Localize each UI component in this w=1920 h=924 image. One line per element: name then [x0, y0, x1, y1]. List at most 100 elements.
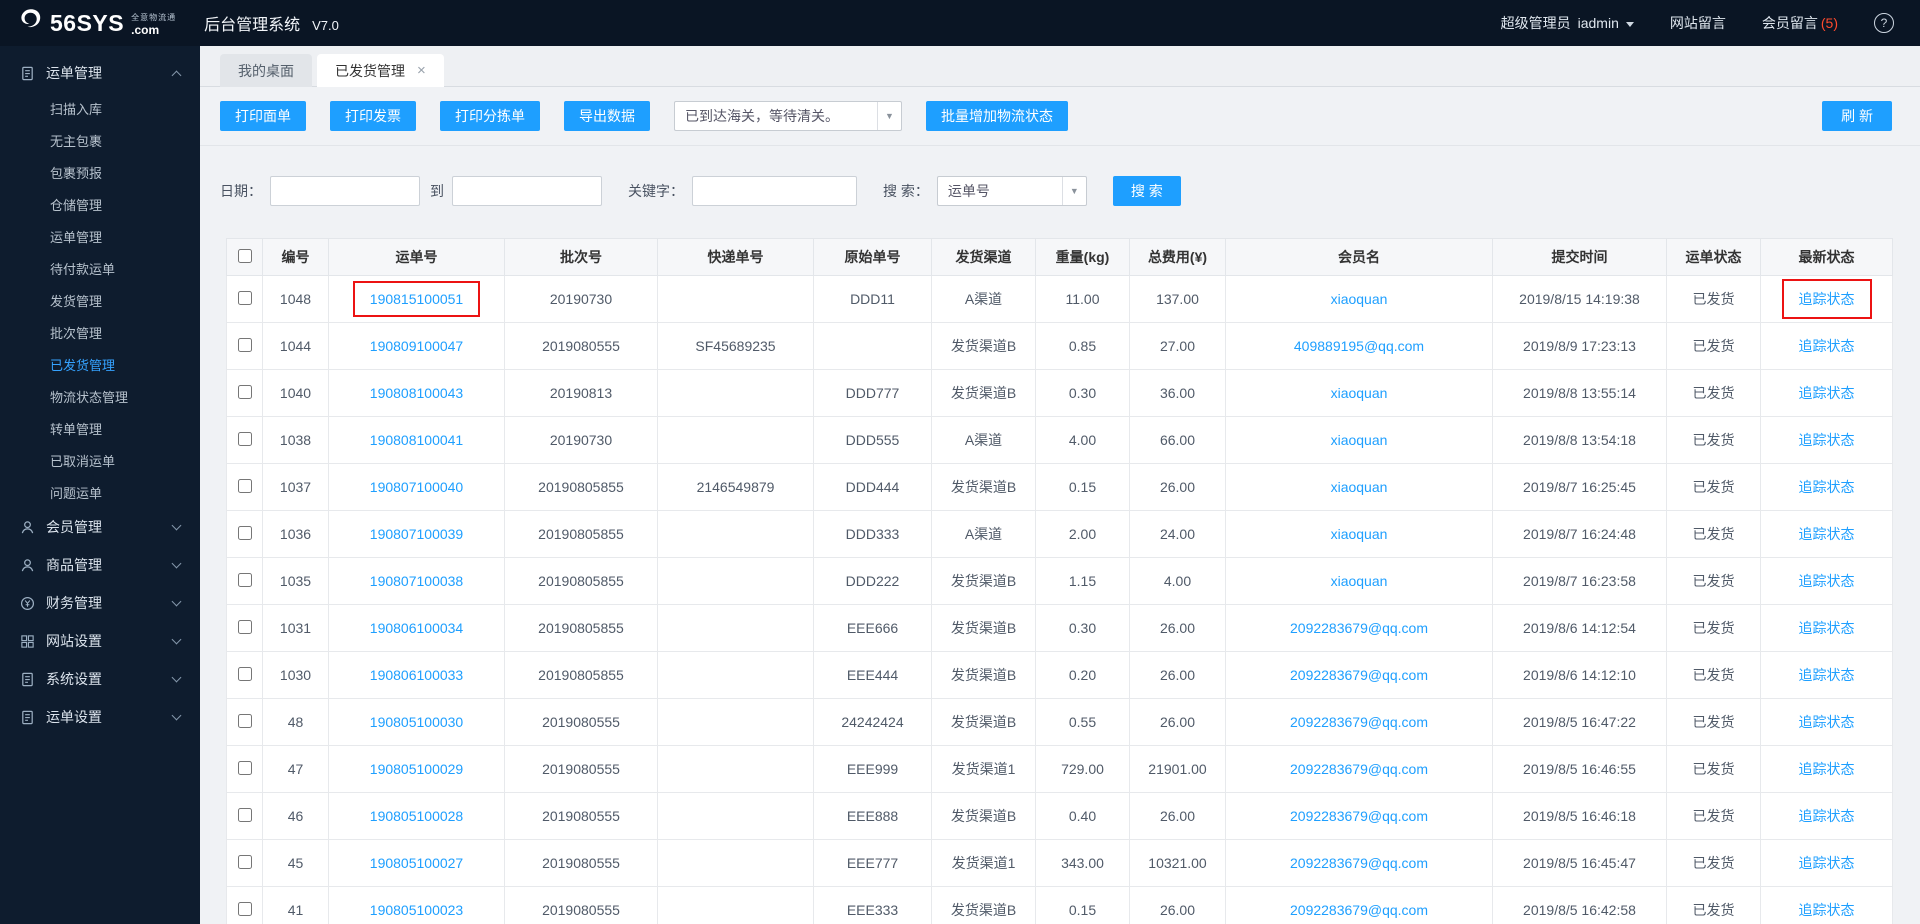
sidebar-item[interactable]: 仓储管理 — [0, 188, 200, 220]
row-checkbox[interactable] — [238, 432, 252, 446]
track-status-link[interactable]: 追踪状态 — [1799, 526, 1855, 542]
waybill-link[interactable]: 190815100051 — [370, 291, 463, 307]
row-checkbox[interactable] — [238, 573, 252, 587]
cell-member: xiaoquan — [1226, 511, 1493, 558]
print-label-button[interactable]: 打印面单 — [220, 101, 306, 131]
track-status-link[interactable]: 追踪状态 — [1799, 385, 1855, 401]
site-messages-link[interactable]: 网站留言 — [1670, 13, 1726, 33]
waybill-link[interactable]: 190805100027 — [370, 855, 463, 871]
waybill-link[interactable]: 190805100030 — [370, 714, 463, 730]
sidebar-group-member-management[interactable]: 会员管理 — [0, 508, 200, 546]
row-checkbox[interactable] — [238, 338, 252, 352]
sidebar-item[interactable]: 待付款运单 — [0, 252, 200, 284]
sidebar-item[interactable]: 转单管理 — [0, 412, 200, 444]
row-checkbox[interactable] — [238, 479, 252, 493]
sidebar-group-waybill-settings[interactable]: 运单设置 — [0, 698, 200, 736]
row-checkbox[interactable] — [238, 291, 252, 305]
row-checkbox[interactable] — [238, 620, 252, 634]
waybill-link[interactable]: 190805100029 — [370, 761, 463, 777]
track-status-link[interactable]: 追踪状态 — [1799, 855, 1855, 871]
waybill-link[interactable]: 190806100033 — [370, 667, 463, 683]
sidebar-item[interactable]: 扫描入库 — [0, 92, 200, 124]
help-icon[interactable]: ? — [1874, 13, 1894, 33]
member-link[interactable]: 2092283679@qq.com — [1290, 620, 1428, 636]
member-link[interactable]: xiaoquan — [1331, 479, 1388, 495]
member-link[interactable]: xiaoquan — [1331, 573, 1388, 589]
user-menu[interactable]: 超级管理员 iadmin — [1501, 13, 1634, 33]
table-row: 103819080810004120190730DDD555A渠道4.0066.… — [227, 417, 1893, 464]
member-link[interactable]: 2092283679@qq.com — [1290, 761, 1428, 777]
member-link[interactable]: 409889195@qq.com — [1294, 338, 1424, 354]
sidebar-group-waybill-management[interactable]: 运单管理 — [0, 54, 200, 92]
waybill-link[interactable]: 190805100023 — [370, 902, 463, 918]
track-status-link[interactable]: 追踪状态 — [1799, 432, 1855, 448]
row-checkbox[interactable] — [238, 855, 252, 869]
member-link[interactable]: 2092283679@qq.com — [1290, 808, 1428, 824]
sidebar-group-finance-management[interactable]: 财务管理 — [0, 584, 200, 622]
sidebar-item-active[interactable]: 已发货管理 — [0, 348, 200, 380]
sidebar-group-site-settings[interactable]: 网站设置 — [0, 622, 200, 660]
search-type-select[interactable]: 运单号 ▼ — [937, 176, 1087, 206]
waybill-link[interactable]: 190807100040 — [370, 479, 463, 495]
row-checkbox[interactable] — [238, 761, 252, 775]
row-checkbox[interactable] — [238, 808, 252, 822]
tab-close-icon[interactable]: × — [417, 62, 426, 79]
waybill-link[interactable]: 190808100041 — [370, 432, 463, 448]
row-checkbox[interactable] — [238, 902, 252, 916]
member-link[interactable]: xiaoquan — [1331, 385, 1388, 401]
cell-time: 2019/8/5 16:42:58 — [1493, 887, 1667, 924]
row-checkbox[interactable] — [238, 714, 252, 728]
sidebar-group-product-management[interactable]: 商品管理 — [0, 546, 200, 584]
waybill-link[interactable]: 190809100047 — [370, 338, 463, 354]
member-link[interactable]: 2092283679@qq.com — [1290, 714, 1428, 730]
sidebar-item[interactable]: 包裹预报 — [0, 156, 200, 188]
sidebar-item[interactable]: 运单管理 — [0, 220, 200, 252]
date-from-input[interactable] — [270, 176, 420, 206]
member-link[interactable]: xiaoquan — [1331, 291, 1388, 307]
column-header: 运单状态 — [1667, 239, 1761, 276]
waybill-link[interactable]: 190805100028 — [370, 808, 463, 824]
row-checkbox[interactable] — [238, 667, 252, 681]
logistics-status-select[interactable]: 已到达海关，等待清关。 ▼ — [674, 101, 902, 131]
track-status-link[interactable]: 追踪状态 — [1799, 291, 1855, 307]
batch-add-status-button[interactable]: 批量增加物流状态 — [926, 101, 1068, 131]
sidebar-item[interactable]: 发货管理 — [0, 284, 200, 316]
member-link[interactable]: 2092283679@qq.com — [1290, 667, 1428, 683]
member-link[interactable]: 2092283679@qq.com — [1290, 902, 1428, 918]
track-status-link[interactable]: 追踪状态 — [1799, 714, 1855, 730]
waybill-link[interactable]: 190806100034 — [370, 620, 463, 636]
sidebar-item[interactable]: 问题运单 — [0, 476, 200, 508]
sidebar-item[interactable]: 物流状态管理 — [0, 380, 200, 412]
sidebar-group-system-settings[interactable]: 系统设置 — [0, 660, 200, 698]
track-status-link[interactable]: 追踪状态 — [1799, 761, 1855, 777]
waybill-link[interactable]: 190808100043 — [370, 385, 463, 401]
select-all-checkbox[interactable] — [238, 249, 252, 263]
sidebar-item[interactable]: 已取消运单 — [0, 444, 200, 476]
track-status-link[interactable]: 追踪状态 — [1799, 902, 1855, 918]
row-checkbox[interactable] — [238, 385, 252, 399]
waybill-link[interactable]: 190807100038 — [370, 573, 463, 589]
track-status-link[interactable]: 追踪状态 — [1799, 479, 1855, 495]
sidebar-item[interactable]: 批次管理 — [0, 316, 200, 348]
refresh-button[interactable]: 刷 新 — [1822, 101, 1892, 131]
export-data-button[interactable]: 导出数据 — [564, 101, 650, 131]
track-status-link[interactable]: 追踪状态 — [1799, 808, 1855, 824]
sidebar-item[interactable]: 无主包裹 — [0, 124, 200, 156]
member-link[interactable]: xiaoquan — [1331, 526, 1388, 542]
print-sorting-button[interactable]: 打印分拣单 — [440, 101, 540, 131]
tab-my-desktop[interactable]: 我的桌面 — [220, 54, 312, 87]
track-status-link[interactable]: 追踪状态 — [1799, 667, 1855, 683]
waybill-link[interactable]: 190807100039 — [370, 526, 463, 542]
date-to-input[interactable] — [452, 176, 602, 206]
print-invoice-button[interactable]: 打印发票 — [330, 101, 416, 131]
search-button[interactable]: 搜 索 — [1113, 176, 1181, 206]
track-status-link[interactable]: 追踪状态 — [1799, 620, 1855, 636]
keyword-input[interactable] — [692, 176, 857, 206]
track-status-link[interactable]: 追踪状态 — [1799, 338, 1855, 354]
track-status-link[interactable]: 追踪状态 — [1799, 573, 1855, 589]
tab-shipped-management[interactable]: 已发货管理 × — [317, 54, 444, 87]
member-link[interactable]: xiaoquan — [1331, 432, 1388, 448]
member-messages-link[interactable]: 会员留言(5) — [1762, 13, 1838, 33]
member-link[interactable]: 2092283679@qq.com — [1290, 855, 1428, 871]
row-checkbox[interactable] — [238, 526, 252, 540]
